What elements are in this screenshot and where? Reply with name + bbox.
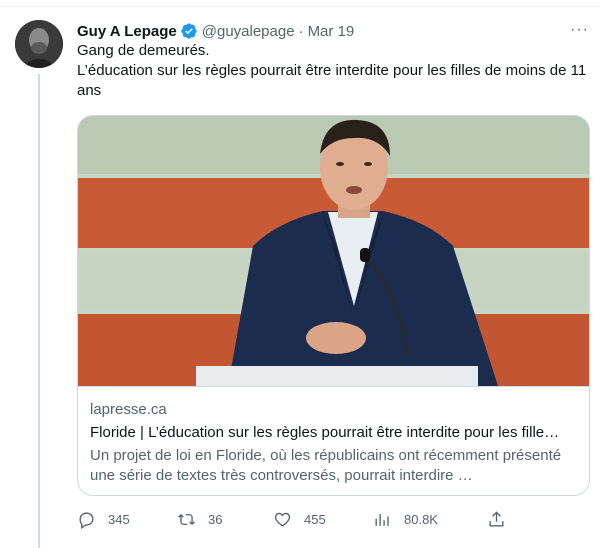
views-chart-icon bbox=[375, 513, 389, 526]
card-title: Floride | L’éducation sur les règles pou… bbox=[90, 424, 560, 441]
avatar[interactable] bbox=[15, 20, 63, 68]
like-count: 455 bbox=[304, 511, 326, 527]
tweet-text: Gang de demeurés. L’éducation sur les rè… bbox=[77, 41, 592, 101]
author-handle[interactable]: @guyalepage bbox=[202, 23, 295, 40]
avatar-image bbox=[15, 20, 63, 68]
reply-count: 345 bbox=[108, 511, 130, 527]
card-description: Un projet de loi en Floride, où les répu… bbox=[90, 447, 562, 484]
share-icon bbox=[489, 510, 504, 527]
tweet-text-line: L’éducation sur les règles pourrait être… bbox=[77, 62, 587, 99]
more-options-icon[interactable]: ··· bbox=[570, 22, 589, 38]
top-divider bbox=[0, 0, 600, 7]
heart-icon bbox=[274, 512, 291, 527]
reply-icon bbox=[79, 511, 94, 529]
retweet-count: 36 bbox=[208, 511, 223, 527]
separator-dot: · bbox=[298, 22, 304, 40]
verified-badge-icon[interactable] bbox=[180, 22, 198, 40]
tweet-header: Guy A Lepage @guyalepage · Mar 19 bbox=[77, 20, 354, 42]
card-photo-illustration bbox=[78, 116, 589, 386]
card-domain: lapresse.ca bbox=[90, 401, 167, 418]
card-body[interactable]: lapresse.ca Floride | L’éducation sur le… bbox=[78, 386, 589, 486]
reply-button[interactable]: 345 bbox=[77, 508, 130, 530]
author-display-name[interactable]: Guy A Lepage bbox=[77, 23, 177, 40]
retweet-icon bbox=[178, 513, 195, 525]
tweet-action-bar: 345 36 455 80.8K bbox=[77, 508, 517, 530]
thread-connector-line bbox=[38, 74, 40, 548]
views-button[interactable]: 80.8K bbox=[373, 508, 438, 530]
card-image[interactable] bbox=[78, 116, 589, 386]
tweet-date[interactable]: Mar 19 bbox=[308, 23, 355, 40]
like-button[interactable]: 455 bbox=[273, 508, 326, 530]
share-button[interactable] bbox=[487, 508, 518, 530]
tweet-text-line: Gang de demeurés. bbox=[77, 42, 210, 59]
link-preview-card[interactable]: lapresse.ca Floride | L’éducation sur le… bbox=[77, 115, 590, 496]
views-count: 80.8K bbox=[404, 511, 438, 527]
retweet-button[interactable]: 36 bbox=[177, 508, 222, 530]
